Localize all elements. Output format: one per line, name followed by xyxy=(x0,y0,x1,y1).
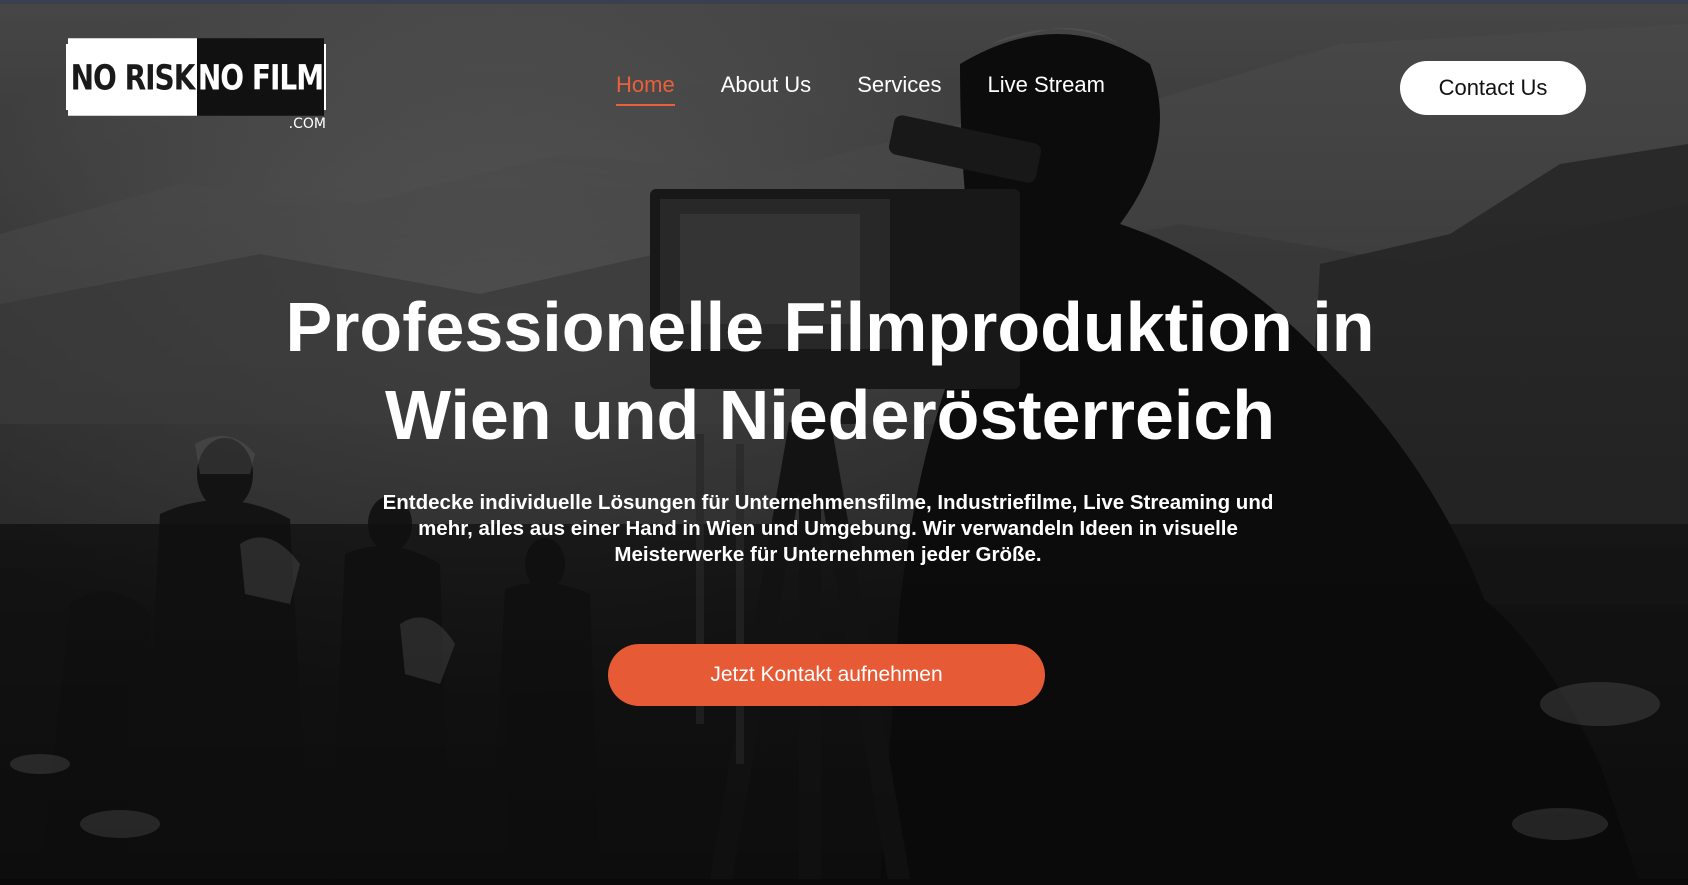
window-frame-top xyxy=(0,0,1688,4)
hero-title-line-1: Professionelle Filmproduktion in xyxy=(285,288,1375,366)
logo-suffix: .COM xyxy=(288,116,326,132)
logo-text-left: NO RISK xyxy=(68,38,197,116)
logo-text-right: NO FILM xyxy=(197,38,324,116)
window-frame-bottom xyxy=(0,879,1688,885)
cta-contact-button[interactable]: Jetzt Kontakt aufnehmen xyxy=(608,644,1045,706)
nav-item-about-us[interactable]: About Us xyxy=(721,72,812,104)
contact-us-button[interactable]: Contact Us xyxy=(1400,61,1586,115)
page: NO RISK NO FILM .COM Home About Us Servi… xyxy=(0,0,1688,885)
hero-description-line-3: Meisterwerke für Unternehmen jeder Größe… xyxy=(614,543,1042,566)
logo-box: NO RISK NO FILM xyxy=(66,38,326,116)
site-header: NO RISK NO FILM .COM Home About Us Servi… xyxy=(0,0,1688,140)
nav-item-services[interactable]: Services xyxy=(857,72,941,104)
hero-description: Entdecke individuelle Lösungen für Unter… xyxy=(358,490,1298,568)
hero-description-line-1: Entdecke individuelle Lösungen für Unter… xyxy=(382,491,1274,514)
hero-description-line-2: mehr, alles aus einer Hand in Wien und U… xyxy=(418,517,1238,540)
hero-title: Professionelle Filmproduktion in Wien un… xyxy=(160,283,1500,459)
hero-title-line-2: Wien und Niederösterreich xyxy=(384,376,1276,454)
site-logo[interactable]: NO RISK NO FILM .COM xyxy=(66,38,328,134)
nav-item-home[interactable]: Home xyxy=(616,72,675,106)
main-nav: Home About Us Services Live Stream xyxy=(616,72,1151,106)
nav-item-live-stream[interactable]: Live Stream xyxy=(988,72,1105,104)
